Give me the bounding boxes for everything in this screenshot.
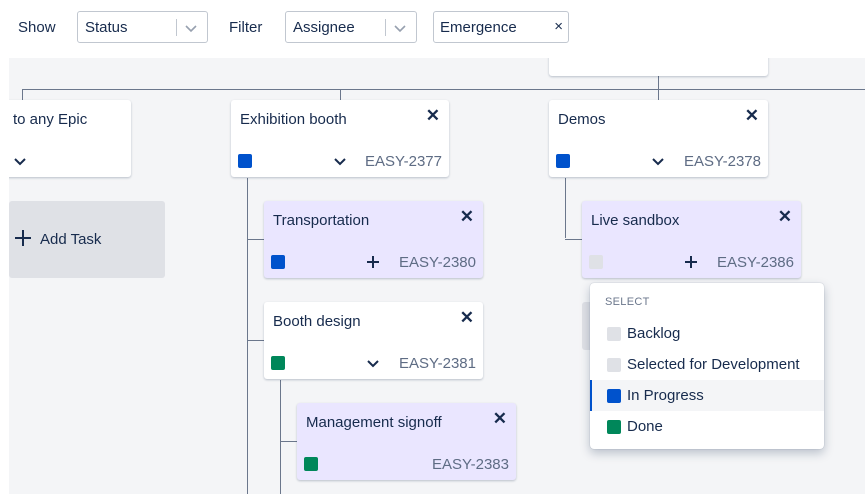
status-option-label: Backlog bbox=[627, 325, 681, 342]
task-card-live-sandbox[interactable]: Live sandbox ✕ EASY-2386 bbox=[582, 201, 801, 278]
chevron-down-icon bbox=[394, 25, 406, 33]
connector-line bbox=[280, 380, 281, 494]
epic-card-demos[interactable]: Demos ✕ EASY-2378 bbox=[549, 100, 768, 177]
card-title: Live sandbox bbox=[591, 212, 680, 229]
connector-line bbox=[22, 89, 23, 100]
card-title: to any Epic bbox=[13, 111, 88, 128]
chevron-down-icon[interactable] bbox=[12, 153, 28, 169]
close-icon[interactable]: × bbox=[554, 18, 563, 35]
task-card-booth-design[interactable]: Booth design ✕ EASY-2381 bbox=[264, 302, 483, 379]
select-separator bbox=[385, 19, 386, 36]
assignee-select-value: Assignee bbox=[293, 19, 355, 36]
chevron-down-icon[interactable] bbox=[332, 153, 348, 169]
connector-line bbox=[247, 239, 264, 240]
select-separator bbox=[176, 19, 177, 36]
plus-icon bbox=[15, 230, 31, 246]
status-square[interactable] bbox=[589, 255, 603, 269]
assignee-select[interactable]: Assignee bbox=[285, 11, 417, 43]
card-title: Transportation bbox=[273, 212, 370, 229]
card-title: Booth design bbox=[273, 313, 361, 330]
connector-line bbox=[340, 89, 341, 100]
connector-line bbox=[565, 178, 566, 238]
status-swatch bbox=[607, 420, 621, 434]
close-icon[interactable]: ✕ bbox=[426, 106, 440, 126]
close-icon[interactable]: ✕ bbox=[778, 207, 792, 227]
add-task-button[interactable]: Add Task bbox=[9, 201, 165, 278]
card-title: Exhibition booth bbox=[240, 111, 347, 128]
add-task-label: Add Task bbox=[40, 231, 102, 248]
show-select-value: Status bbox=[85, 19, 128, 36]
card-title: Management signoff bbox=[306, 414, 442, 431]
chevron-down-icon[interactable] bbox=[365, 355, 381, 371]
issue-key[interactable]: EASY-2380 bbox=[399, 254, 476, 271]
toolbar: Show Status Filter Assignee Emergence × bbox=[0, 0, 865, 58]
filter-chip-emergence[interactable]: Emergence × bbox=[433, 11, 569, 43]
status-option-selected-for-development[interactable]: Selected for Development bbox=[590, 349, 824, 380]
status-option-label: In Progress bbox=[627, 387, 704, 404]
close-icon[interactable]: ✕ bbox=[745, 106, 759, 126]
connector-line bbox=[22, 89, 865, 90]
issue-key[interactable]: EASY-2377 bbox=[365, 153, 442, 170]
status-swatch bbox=[607, 327, 621, 341]
issue-key[interactable]: EASY-2378 bbox=[684, 153, 761, 170]
status-option-label: Done bbox=[627, 418, 663, 435]
filter-chip-label: Emergence bbox=[440, 19, 517, 36]
status-option-backlog[interactable]: Backlog bbox=[590, 318, 824, 349]
plus-icon[interactable] bbox=[365, 254, 381, 270]
connector-line bbox=[280, 441, 297, 442]
connector-line bbox=[565, 239, 582, 240]
show-label: Show bbox=[18, 19, 56, 36]
close-icon[interactable]: ✕ bbox=[460, 207, 474, 227]
epic-card-exhibition-booth[interactable]: Exhibition booth ✕ EASY-2377 bbox=[231, 100, 449, 177]
card-title: Demos bbox=[558, 111, 606, 128]
chevron-down-icon[interactable] bbox=[650, 153, 666, 169]
task-card-management-signoff[interactable]: Management signoff ✕ EASY-2383 bbox=[297, 403, 516, 480]
issue-key[interactable]: EASY-2381 bbox=[399, 355, 476, 372]
close-icon[interactable]: ✕ bbox=[460, 308, 474, 328]
filter-label: Filter bbox=[229, 19, 263, 36]
status-square[interactable] bbox=[304, 457, 318, 471]
status-option-in-progress[interactable]: In Progress bbox=[590, 380, 824, 411]
status-swatch bbox=[607, 358, 621, 372]
issue-key[interactable]: EASY-2383 bbox=[432, 456, 509, 473]
issue-key[interactable]: EASY-2386 bbox=[717, 254, 794, 271]
plus-icon[interactable] bbox=[683, 254, 699, 270]
status-square[interactable] bbox=[271, 255, 285, 269]
status-dropdown: SELECT Backlog Selected for Development … bbox=[590, 283, 824, 449]
show-select[interactable]: Status bbox=[77, 11, 208, 43]
close-icon[interactable]: ✕ bbox=[493, 409, 507, 429]
task-card[interactable] bbox=[549, 58, 768, 76]
status-square[interactable] bbox=[556, 154, 570, 168]
connector-line bbox=[658, 75, 659, 100]
status-square[interactable] bbox=[271, 356, 285, 370]
connector-line bbox=[247, 178, 248, 494]
chevron-down-icon bbox=[185, 25, 197, 33]
task-card-transportation[interactable]: Transportation ✕ EASY-2380 bbox=[264, 201, 483, 278]
status-option-label: Selected for Development bbox=[627, 356, 800, 373]
connector-line bbox=[247, 340, 264, 341]
epic-card-unassigned[interactable]: to any Epic bbox=[9, 100, 131, 177]
dropdown-header: SELECT bbox=[605, 296, 650, 308]
status-swatch bbox=[607, 389, 621, 403]
status-square[interactable] bbox=[238, 154, 252, 168]
status-option-done[interactable]: Done bbox=[590, 411, 824, 442]
